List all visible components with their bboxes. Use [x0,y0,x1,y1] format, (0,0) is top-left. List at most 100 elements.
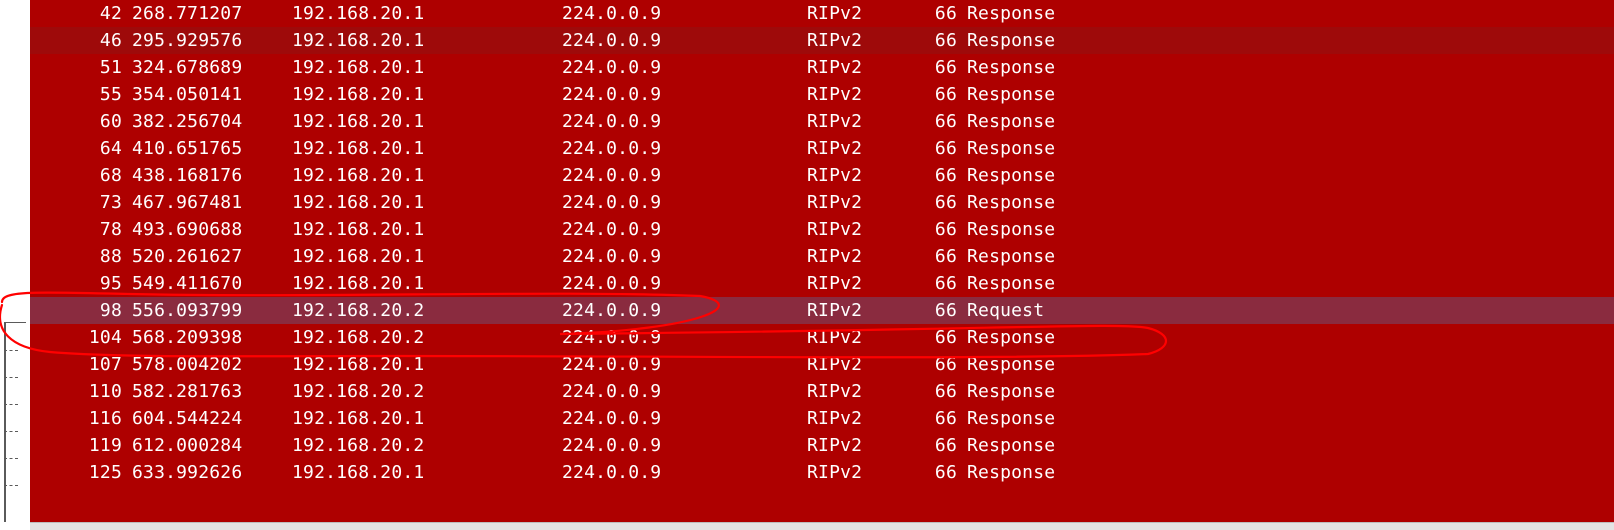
cell-length: 66 [927,27,967,54]
cell-destination: 224.0.0.9 [562,432,807,459]
cell-info: Response [967,459,1614,486]
packet-row[interactable]: 107578.004202192.168.20.1224.0.0.9RIPv26… [30,351,1614,378]
cell-time: 438.168176 [132,162,292,189]
cell-protocol: RIPv2 [807,405,927,432]
cell-no: 98 [46,297,132,324]
cell-no: 64 [46,135,132,162]
cell-no: 73 [46,189,132,216]
cell-no: 107 [46,351,132,378]
cell-protocol: RIPv2 [807,432,927,459]
packet-row[interactable]: 116604.544224192.168.20.1224.0.0.9RIPv26… [30,405,1614,432]
cell-no: 95 [46,270,132,297]
cell-protocol: RIPv2 [807,189,927,216]
cell-time: 467.967481 [132,189,292,216]
cell-destination: 224.0.0.9 [562,0,807,27]
cell-time: 612.000284 [132,432,292,459]
packet-row[interactable]: 42268.771207192.168.20.1224.0.0.9RIPv266… [30,0,1614,27]
cell-length: 66 [927,243,967,270]
cell-destination: 224.0.0.9 [562,243,807,270]
cell-info: Response [967,0,1614,27]
cell-protocol: RIPv2 [807,108,927,135]
cell-length: 66 [927,0,967,27]
cell-info: Response [967,27,1614,54]
cell-time: 520.261627 [132,243,292,270]
cell-destination: 224.0.0.9 [562,27,807,54]
packet-row[interactable]: 60382.256704192.168.20.1224.0.0.9RIPv266… [30,108,1614,135]
cell-info: Response [967,189,1614,216]
cell-length: 66 [927,81,967,108]
cell-source: 192.168.20.2 [292,378,562,405]
statusbar-edge [30,522,1614,530]
cell-length: 66 [927,432,967,459]
cell-protocol: RIPv2 [807,54,927,81]
cell-protocol: RIPv2 [807,243,927,270]
packet-row[interactable]: 46295.929576192.168.20.1224.0.0.9RIPv266… [30,27,1614,54]
cell-info: Response [967,378,1614,405]
cell-info: Response [967,270,1614,297]
packet-row[interactable]: 51324.678689192.168.20.1224.0.0.9RIPv266… [30,54,1614,81]
cell-info: Response [967,135,1614,162]
packet-row[interactable]: 119612.000284192.168.20.2224.0.0.9RIPv26… [30,432,1614,459]
cell-time: 549.411670 [132,270,292,297]
cell-protocol: RIPv2 [807,27,927,54]
cell-no: 51 [46,54,132,81]
packet-row[interactable]: 73467.967481192.168.20.1224.0.0.9RIPv266… [30,189,1614,216]
packet-row[interactable]: 125633.992626192.168.20.1224.0.0.9RIPv26… [30,459,1614,486]
cell-info: Response [967,243,1614,270]
cell-time: 568.209398 [132,324,292,351]
cell-source: 192.168.20.1 [292,162,562,189]
cell-time: 556.093799 [132,297,292,324]
cell-time: 578.004202 [132,351,292,378]
cell-source: 192.168.20.1 [292,405,562,432]
cell-protocol: RIPv2 [807,297,927,324]
cell-no: 88 [46,243,132,270]
packet-row[interactable]: 98556.093799192.168.20.2224.0.0.9RIPv266… [30,297,1614,324]
cell-source: 192.168.20.1 [292,459,562,486]
cell-no: 104 [46,324,132,351]
cell-source: 192.168.20.1 [292,27,562,54]
packet-list[interactable]: 42268.771207192.168.20.1224.0.0.9RIPv266… [30,0,1614,530]
cell-protocol: RIPv2 [807,459,927,486]
cell-destination: 224.0.0.9 [562,378,807,405]
cell-info: Response [967,216,1614,243]
cell-length: 66 [927,297,967,324]
cell-length: 66 [927,162,967,189]
cell-time: 604.544224 [132,405,292,432]
cell-destination: 224.0.0.9 [562,459,807,486]
cell-time: 354.050141 [132,81,292,108]
packet-row[interactable]: 104568.209398192.168.20.2224.0.0.9RIPv26… [30,324,1614,351]
packet-row[interactable]: 68438.168176192.168.20.1224.0.0.9RIPv266… [30,162,1614,189]
packet-row[interactable]: 78493.690688192.168.20.1224.0.0.9RIPv266… [30,216,1614,243]
packet-row[interactable]: 55354.050141192.168.20.1224.0.0.9RIPv266… [30,81,1614,108]
packet-row[interactable]: 110582.281763192.168.20.2224.0.0.9RIPv26… [30,378,1614,405]
cell-info: Response [967,108,1614,135]
cell-length: 66 [927,216,967,243]
cell-protocol: RIPv2 [807,324,927,351]
cell-protocol: RIPv2 [807,0,927,27]
cell-destination: 224.0.0.9 [562,135,807,162]
cell-source: 192.168.20.1 [292,270,562,297]
row-gutter [0,0,30,530]
packet-row[interactable]: 88520.261627192.168.20.1224.0.0.9RIPv266… [30,243,1614,270]
cell-no: 119 [46,432,132,459]
cell-info: Response [967,351,1614,378]
cell-destination: 224.0.0.9 [562,297,807,324]
cell-destination: 224.0.0.9 [562,189,807,216]
cell-length: 66 [927,378,967,405]
packet-row[interactable]: 95549.411670192.168.20.1224.0.0.9RIPv266… [30,270,1614,297]
cell-source: 192.168.20.1 [292,108,562,135]
cell-destination: 224.0.0.9 [562,351,807,378]
cell-destination: 224.0.0.9 [562,54,807,81]
cell-destination: 224.0.0.9 [562,216,807,243]
cell-info: Response [967,324,1614,351]
cell-info: Response [967,54,1614,81]
cell-destination: 224.0.0.9 [562,162,807,189]
cell-protocol: RIPv2 [807,162,927,189]
cell-protocol: RIPv2 [807,351,927,378]
packet-row[interactable]: 64410.651765192.168.20.1224.0.0.9RIPv266… [30,135,1614,162]
cell-destination: 224.0.0.9 [562,405,807,432]
cell-no: 60 [46,108,132,135]
cell-time: 582.281763 [132,378,292,405]
cell-protocol: RIPv2 [807,270,927,297]
cell-length: 66 [927,54,967,81]
